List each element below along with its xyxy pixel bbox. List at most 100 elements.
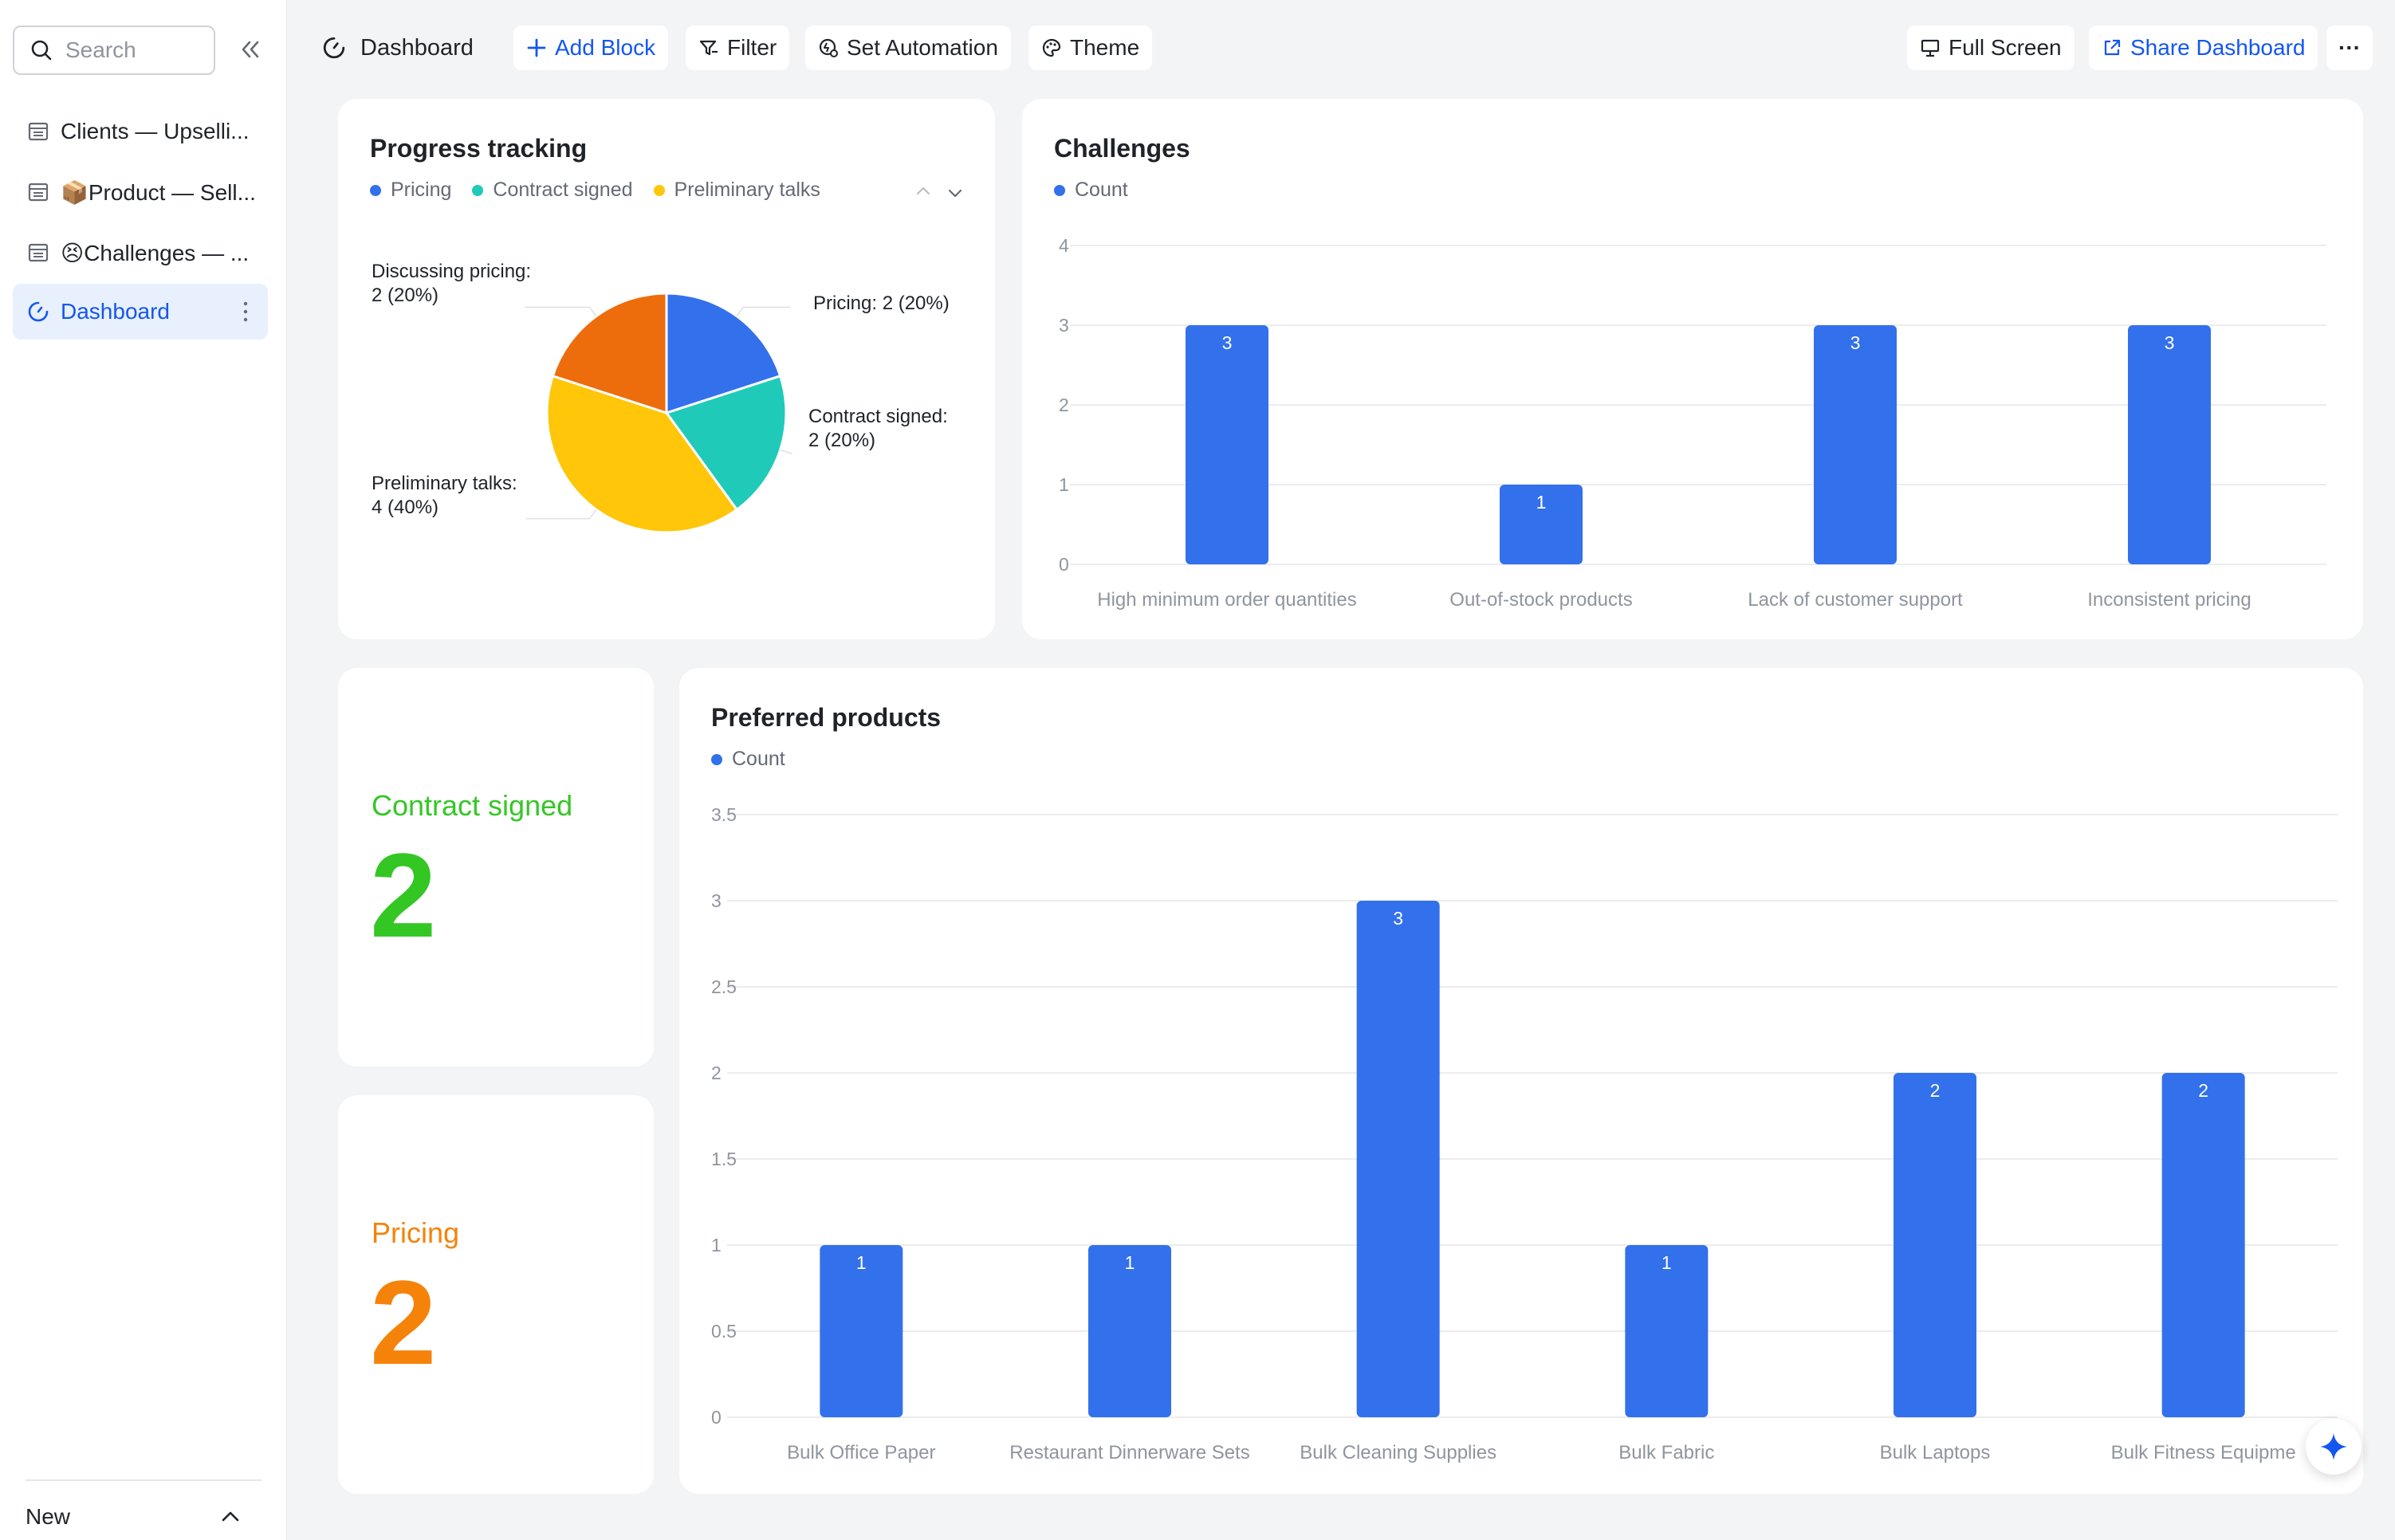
preferred-products-card: Preferred products Count 0 0.5 1 1.5 2 2.5 3 3.… — [679, 668, 2363, 1494]
more-options-button[interactable]: ··· — [2326, 26, 2373, 70]
y-tick-label: 0 — [1059, 554, 1069, 575]
sidebar-item-clients[interactable]: Clients — Upselli... — [13, 104, 268, 159]
sidebar-item-product[interactable]: 📦Product — Sell... — [13, 164, 268, 220]
filter-label: Filter — [727, 35, 777, 60]
more-vertical-icon[interactable] — [238, 300, 254, 324]
palette-icon — [1042, 38, 1061, 57]
bar-value-label: 2 — [2198, 1080, 2208, 1101]
add-block-button[interactable]: Add Block — [513, 26, 669, 70]
table-icon — [28, 122, 49, 141]
set-automation-button[interactable]: Set Automation — [805, 26, 1011, 70]
x-tick-label: Out-of-stock products — [1449, 589, 1632, 611]
share-icon — [2104, 39, 2121, 56]
bar-value-label: 2 — [1930, 1080, 1941, 1101]
x-tick-label: Bulk Office Paper — [787, 1442, 935, 1463]
pie-label-discussing-pricing: Discussing pricing: 2 (20%) — [372, 261, 531, 306]
y-tick-label: 4 — [1059, 235, 1069, 256]
page-title-text: Dashboard — [360, 34, 474, 61]
y-tick-label: 3.5 — [711, 804, 737, 825]
bar-value-label: 1 — [856, 1252, 867, 1273]
sidebar-item-dashboard[interactable]: Dashboard — [13, 284, 268, 340]
pie-leader-line — [736, 306, 791, 317]
ai-assistant-button[interactable] — [2306, 1419, 2362, 1475]
kpi-pricing-card: Pricing 2 — [338, 1095, 654, 1494]
bar-bulk-laptops[interactable] — [1894, 1073, 1976, 1417]
sidebar-item-challenges[interactable]: 😣Challenges — ... — [13, 225, 268, 281]
pie-chart: Pricing: 2 (20%) Contract signed: 2 (20%) P… — [372, 261, 950, 534]
search-placeholder: Search — [65, 37, 136, 62]
more-horizontal-icon: ··· — [2338, 35, 2361, 60]
y-tick-label: 2 — [711, 1063, 722, 1083]
share-dashboard-button[interactable]: Share Dashboard — [2089, 26, 2318, 70]
dashboard-icon — [323, 37, 345, 59]
y-tick-label: 3 — [1059, 315, 1069, 336]
y-tick-label: 1.5 — [711, 1149, 737, 1169]
sidebar-item-label: Dashboard — [61, 299, 170, 324]
preferred-products-bar-chart: 0 0.5 1 1.5 2 2.5 3 3.5 1 Bulk Office Paper 1 Resta… — [711, 804, 2338, 1463]
x-tick-label: High minimum order quantities — [1097, 589, 1356, 611]
bar-bulk-fitness-equipme[interactable] — [2161, 1073, 2245, 1417]
challenges-bar-chart: 0 1 2 3 4 3 High minimum order quantities 1 Out-… — [1059, 235, 2326, 611]
kpi-label: Contract signed — [372, 789, 573, 822]
x-tick-label: Restaurant Dinnerware Sets — [1009, 1442, 1249, 1463]
bar-lack-of-customer-support[interactable] — [1814, 325, 1897, 564]
chevron-up-icon — [222, 1511, 239, 1522]
y-tick-label: 1 — [1059, 474, 1069, 495]
bar-value-label: 3 — [1222, 332, 1233, 353]
pie-leader-line — [780, 449, 792, 454]
pie-label-contract-signed: Contract signed: 2 (20%) — [808, 406, 948, 451]
sidebar: Search Clients — Upselli... 📦Product — S… — [0, 0, 287, 1540]
y-tick-label: 2 — [1059, 395, 1069, 415]
pie-label-preliminary-talks: Preliminary talks: 4 (40%) — [372, 473, 517, 518]
bar-value-label: 1 — [1125, 1252, 1135, 1273]
y-tick-label: 1 — [711, 1235, 722, 1255]
sidebar-item-label: 😣Challenges — ... — [61, 240, 250, 265]
pie-leader-line — [525, 306, 597, 317]
filter-button[interactable]: Filter — [686, 26, 790, 70]
theme-label: Theme — [1070, 35, 1140, 60]
x-tick-label: Bulk Laptops — [1880, 1442, 1991, 1463]
sidebar-item-label: Clients — Upselli... — [61, 119, 250, 143]
collapse-sidebar-button[interactable] — [233, 32, 268, 67]
set-automation-label: Set Automation — [847, 35, 998, 60]
bar-value-label: 3 — [1393, 908, 1403, 929]
x-tick-label: Bulk Fitness Equipme — [2111, 1442, 2296, 1463]
kpi-value: 2 — [370, 1255, 437, 1389]
y-tick-label: 3 — [711, 890, 722, 911]
plus-icon — [527, 38, 546, 57]
search-input[interactable]: Search — [13, 26, 215, 75]
full-screen-button[interactable]: Full Screen — [1907, 26, 2074, 70]
bar-value-label: 1 — [1536, 492, 1547, 513]
sidebar-item-label: 📦Product — Sell... — [61, 179, 256, 205]
filter-icon — [699, 40, 718, 56]
add-block-label: Add Block — [555, 35, 656, 60]
share-dashboard-label: Share Dashboard — [2130, 35, 2306, 60]
bar-value-label: 3 — [2165, 332, 2175, 353]
theme-button[interactable]: Theme — [1028, 26, 1153, 70]
full-screen-label: Full Screen — [1949, 35, 2062, 60]
y-tick-label: 2.5 — [711, 976, 737, 997]
bar-high-minimum-order-quantities[interactable] — [1186, 325, 1268, 564]
bar-bulk-cleaning-supplies[interactable] — [1356, 901, 1440, 1417]
kpi-value: 2 — [370, 828, 437, 962]
bar-value-label: 1 — [1662, 1252, 1672, 1273]
x-tick-label: Bulk Cleaning Supplies — [1300, 1442, 1496, 1463]
kpi-label: Pricing — [372, 1216, 460, 1249]
bar-value-label: 3 — [1850, 332, 1861, 353]
table-icon — [28, 243, 49, 262]
x-tick-label: Inconsistent pricing — [2087, 589, 2251, 611]
presentation-icon — [1921, 39, 1940, 57]
challenges-card: Challenges Count 0 1 2 3 4 3 High minimum orde… — [1022, 99, 2363, 639]
y-tick-label: 0.5 — [711, 1321, 737, 1342]
pie-label-pricing: Pricing: 2 (20%) — [813, 293, 950, 314]
dashboard-icon — [28, 301, 49, 322]
page-title: Dashboard — [322, 27, 474, 69]
sparkle-icon — [2320, 1433, 2347, 1460]
search-icon — [31, 40, 52, 61]
bar-inconsistent-pricing[interactable] — [2128, 325, 2211, 564]
x-tick-label: Lack of customer support — [1748, 589, 1963, 611]
x-tick-label: Bulk Fabric — [1618, 1442, 1714, 1463]
table-icon — [28, 183, 49, 202]
new-label: New — [26, 1504, 71, 1529]
sidebar-footer-new[interactable]: New — [26, 1479, 262, 1540]
